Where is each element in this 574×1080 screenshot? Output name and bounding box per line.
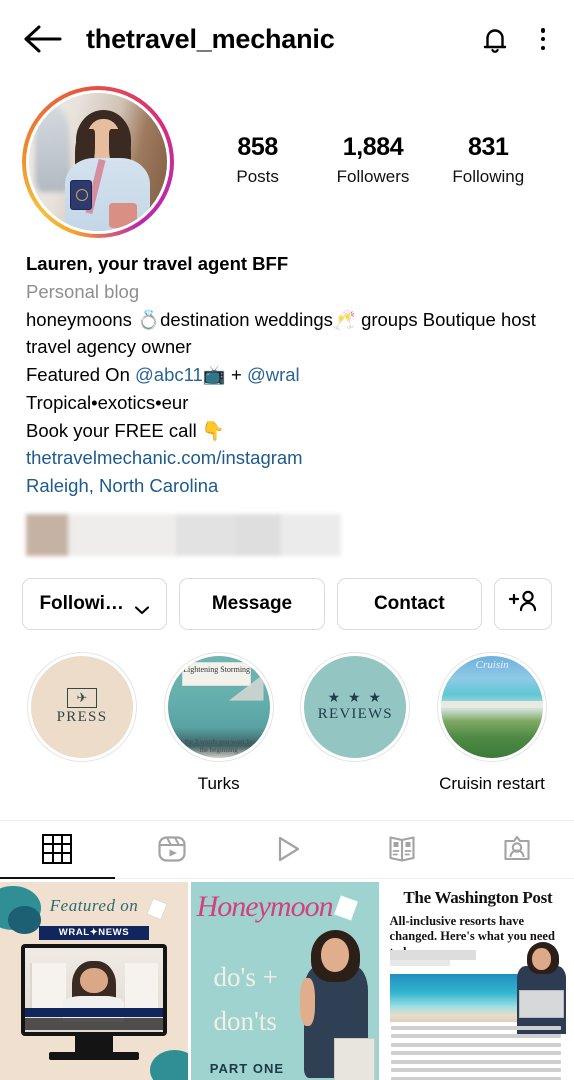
following-button[interactable]: Followi… [22,577,168,630]
following-count: 831 [468,133,509,161]
message-button-label: Message [211,592,293,614]
mention-abc11[interactable]: @abc11 [135,364,203,385]
bio-line-1: honeymoons 💍destination weddings🥂 groups… [26,308,536,358]
guides-book-icon [386,833,418,865]
followed-by-placeholder [26,513,341,556]
app-header: thetravel_mechanic [0,0,574,78]
post-line-2: don'ts [213,1005,277,1036]
contact-button[interactable]: Contact [336,577,482,630]
highlight-press[interactable]: ✈ PRESS [22,651,142,794]
story-highlights: ✈ PRESS Lightening Storming Not the 3 wo… [0,630,574,794]
post-part-label: PART ONE [209,1060,285,1076]
following-label: Following [452,166,525,186]
account-category: Personal blog [26,280,140,302]
more-options-icon[interactable] [532,24,554,54]
tv-graphic [20,943,168,1036]
display-name: Lauren, your travel agent BFF [26,253,289,274]
press-cover-text: PRESS [56,708,108,725]
highlight-press-cover: ✈ PRESS [31,655,133,758]
header-actions [480,23,554,55]
bio-line-3: Book your FREE call 👇 [26,419,225,441]
tab-igtv[interactable] [229,821,345,879]
bell-icon[interactable] [480,23,510,55]
three-stars-icon: ★ ★ ★ [327,689,384,706]
featured-plus: + [225,364,247,385]
add-person-button[interactable] [493,577,552,630]
post-thumbnail[interactable]: Featured on WRAL✦NEWS [0,881,188,1080]
turks-cover-text: Lightening Storming [181,661,252,687]
profile-bio: Lauren, your travel agent BFF Personal b… [0,238,574,556]
posts-label: Posts [236,166,279,186]
bio-featured-line: Featured On @abc11📺 + @wral [26,361,552,389]
profile-tabs [0,819,574,879]
stat-following[interactable]: 831 Following [446,133,530,187]
highlight-reviews[interactable]: ★ ★ ★ REVIEWS [295,651,415,794]
avatar[interactable] [26,90,170,234]
post-logo-text: WRAL✦NEWS [39,925,149,940]
stat-followers[interactable]: 1,884 Followers [331,133,415,187]
reels-icon [156,833,188,865]
highlight-reviews-circle[interactable]: ★ ★ ★ REVIEWS [300,651,411,762]
featured-prefix: Featured On [26,364,136,385]
contact-button-label: Contact [373,592,445,614]
profile-summary: 858 Posts 1,884 Followers 831 Following [0,78,574,238]
profile-stats: 858 Posts 1,884 Followers 831 Following [174,86,552,187]
post-thumbnail[interactable]: The Washington Post All-inclusive resort… [382,881,570,1080]
tab-grid[interactable] [0,821,115,879]
tab-reels[interactable] [114,821,230,879]
highlight-cruisin-label: Cruisin restart [439,773,545,793]
post-masthead: The Washington Post [403,887,553,907]
play-icon [271,833,303,865]
highlight-turks[interactable]: Lightening Storming Not the 3 words you … [159,651,279,794]
profile-website-link[interactable]: thetravelmechanic.com/instagram [26,444,552,472]
instagram-profile-screen: thetravel_mechanic 858 Posts 1,884 Follo… [0,0,574,1080]
followers-label: Followers [336,166,410,186]
post-line-1: do's + [213,961,278,992]
profile-action-buttons: Followi… Message Contact [0,556,574,630]
post-body-excerpt [391,1025,561,1080]
grid-icon [42,833,73,864]
back-arrow-icon[interactable] [22,22,64,56]
post-grid: Featured on WRAL✦NEWS Honeymoon do's + d… [0,881,574,1080]
airplane-icon: ✈ [66,687,97,708]
tv-emoji: 📺 [202,364,226,385]
reviews-cover-text: REVIEWS [317,706,393,723]
profile-location[interactable]: Raleigh, North Carolina [26,472,552,500]
posts-count: 858 [237,133,278,161]
chevron-down-icon [134,599,150,614]
followers-count: 1,884 [342,133,404,161]
tab-tagged[interactable] [459,821,574,879]
cruisin-cover-text: Cruisin [475,658,509,671]
highlight-cruisin-cover: Cruisin [440,655,543,758]
mention-wral[interactable]: @wral [247,364,300,385]
highlight-cruisin[interactable]: Cruisin Cruisin restart [432,651,552,794]
highlight-turks-circle[interactable]: Lightening Storming Not the 3 words you … [163,651,274,762]
highlight-cruisin-circle[interactable]: Cruisin [436,651,547,762]
turks-cover-subtext: Not the 3 words you want hear at the beg… [172,737,266,755]
story-ring[interactable] [22,86,174,238]
highlight-reviews-cover: ★ ★ ★ REVIEWS [304,655,407,758]
highlight-press-circle[interactable]: ✈ PRESS [27,651,137,762]
page-title: thetravel_mechanic [86,23,335,54]
post-featured-text: Featured on [49,895,139,915]
add-person-icon [508,589,538,619]
tab-guides[interactable] [344,821,460,879]
post-thumbnail[interactable]: Honeymoon do's + don'ts PART ONE [191,881,379,1080]
bio-line-2: Tropical•exotics•eur [26,391,189,413]
stat-posts[interactable]: 858 Posts [216,133,300,187]
highlight-turks-label: Turks [197,773,240,793]
following-button-label: Followi… [39,592,124,614]
highlight-turks-cover: Lightening Storming Not the 3 words you … [167,655,270,758]
message-button[interactable]: Message [179,577,325,630]
tagged-person-icon [501,833,533,865]
